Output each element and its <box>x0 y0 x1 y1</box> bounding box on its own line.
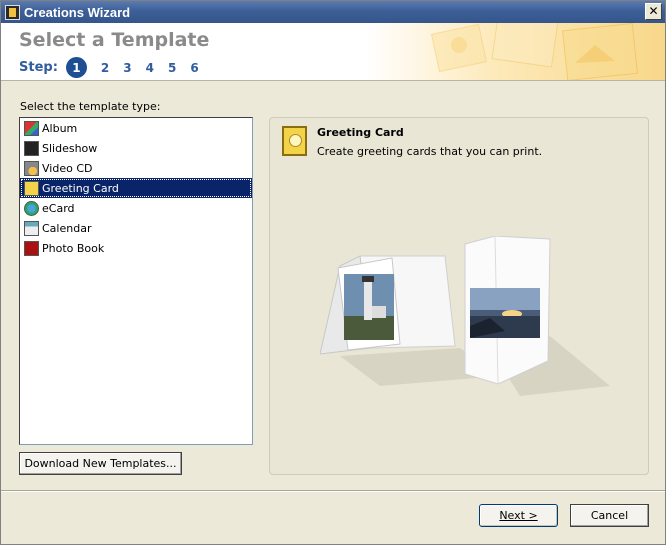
page-title: Select a Template <box>19 29 210 51</box>
wizard-header: Select a Template Step: 1 2 3 4 5 6 <box>1 23 665 81</box>
greeting-card-illustration <box>320 236 610 396</box>
template-preview-panel: Greeting Card Create greeting cards that… <box>269 117 649 475</box>
greeting-card-icon <box>24 180 39 196</box>
ecard-icon <box>24 200 39 216</box>
next-button[interactable]: Next > <box>479 504 558 527</box>
app-icon <box>5 4 20 20</box>
slideshow-icon <box>24 140 39 156</box>
next-button-label: Next > <box>499 509 538 522</box>
list-item-label: Greeting Card <box>42 181 119 195</box>
video-cd-icon <box>24 160 39 176</box>
window-title: Creations Wizard <box>24 4 131 20</box>
creations-wizard-window: Creations Wizard ✕ Select a Template Ste… <box>0 0 666 545</box>
list-item-album[interactable]: Album <box>20 118 252 138</box>
step-2: 2 <box>100 60 110 75</box>
footer-separator <box>1 490 665 492</box>
step-label: Step: <box>19 60 58 75</box>
preview-template-description: Create greeting cards that you can print… <box>317 145 543 158</box>
download-templates-button[interactable]: Download New Templates... <box>19 452 182 475</box>
list-item-label: Photo Book <box>42 241 105 255</box>
calendar-icon <box>24 220 39 236</box>
step-6: 6 <box>190 60 199 75</box>
photo-book-icon <box>24 240 39 256</box>
title-bar[interactable]: Creations Wizard ✕ <box>1 1 665 23</box>
list-item-label: Video CD <box>42 161 93 175</box>
template-type-list[interactable]: Album Slideshow Video CD Greeting Card e… <box>19 117 253 445</box>
list-item-photo-book[interactable]: Photo Book <box>20 238 252 258</box>
list-item-slideshow[interactable]: Slideshow <box>20 138 252 158</box>
cancel-button[interactable]: Cancel <box>570 504 649 527</box>
list-item-video-cd[interactable]: Video CD <box>20 158 252 178</box>
preview-template-name: Greeting Card <box>317 126 404 139</box>
close-button[interactable]: ✕ <box>645 3 662 20</box>
template-type-label: Select the template type: <box>20 100 161 113</box>
step-indicator: Step: 1 2 3 4 5 6 <box>19 57 206 78</box>
list-item-calendar[interactable]: Calendar <box>20 218 252 238</box>
header-decoration <box>430 23 638 80</box>
greeting-card-large-icon <box>282 126 307 156</box>
step-4: 4 <box>145 60 154 75</box>
list-item-label: Album <box>42 121 78 135</box>
step-5: 5 <box>167 60 177 75</box>
list-item-label: Slideshow <box>42 141 98 155</box>
step-3: 3 <box>123 60 132 75</box>
list-item-label: eCard <box>42 201 75 215</box>
album-icon <box>24 120 39 136</box>
list-item-label: Calendar <box>42 221 92 235</box>
list-item-greeting-card[interactable]: Greeting Card <box>20 178 252 198</box>
step-1: 1 <box>65 57 87 78</box>
list-item-ecard[interactable]: eCard <box>20 198 252 218</box>
